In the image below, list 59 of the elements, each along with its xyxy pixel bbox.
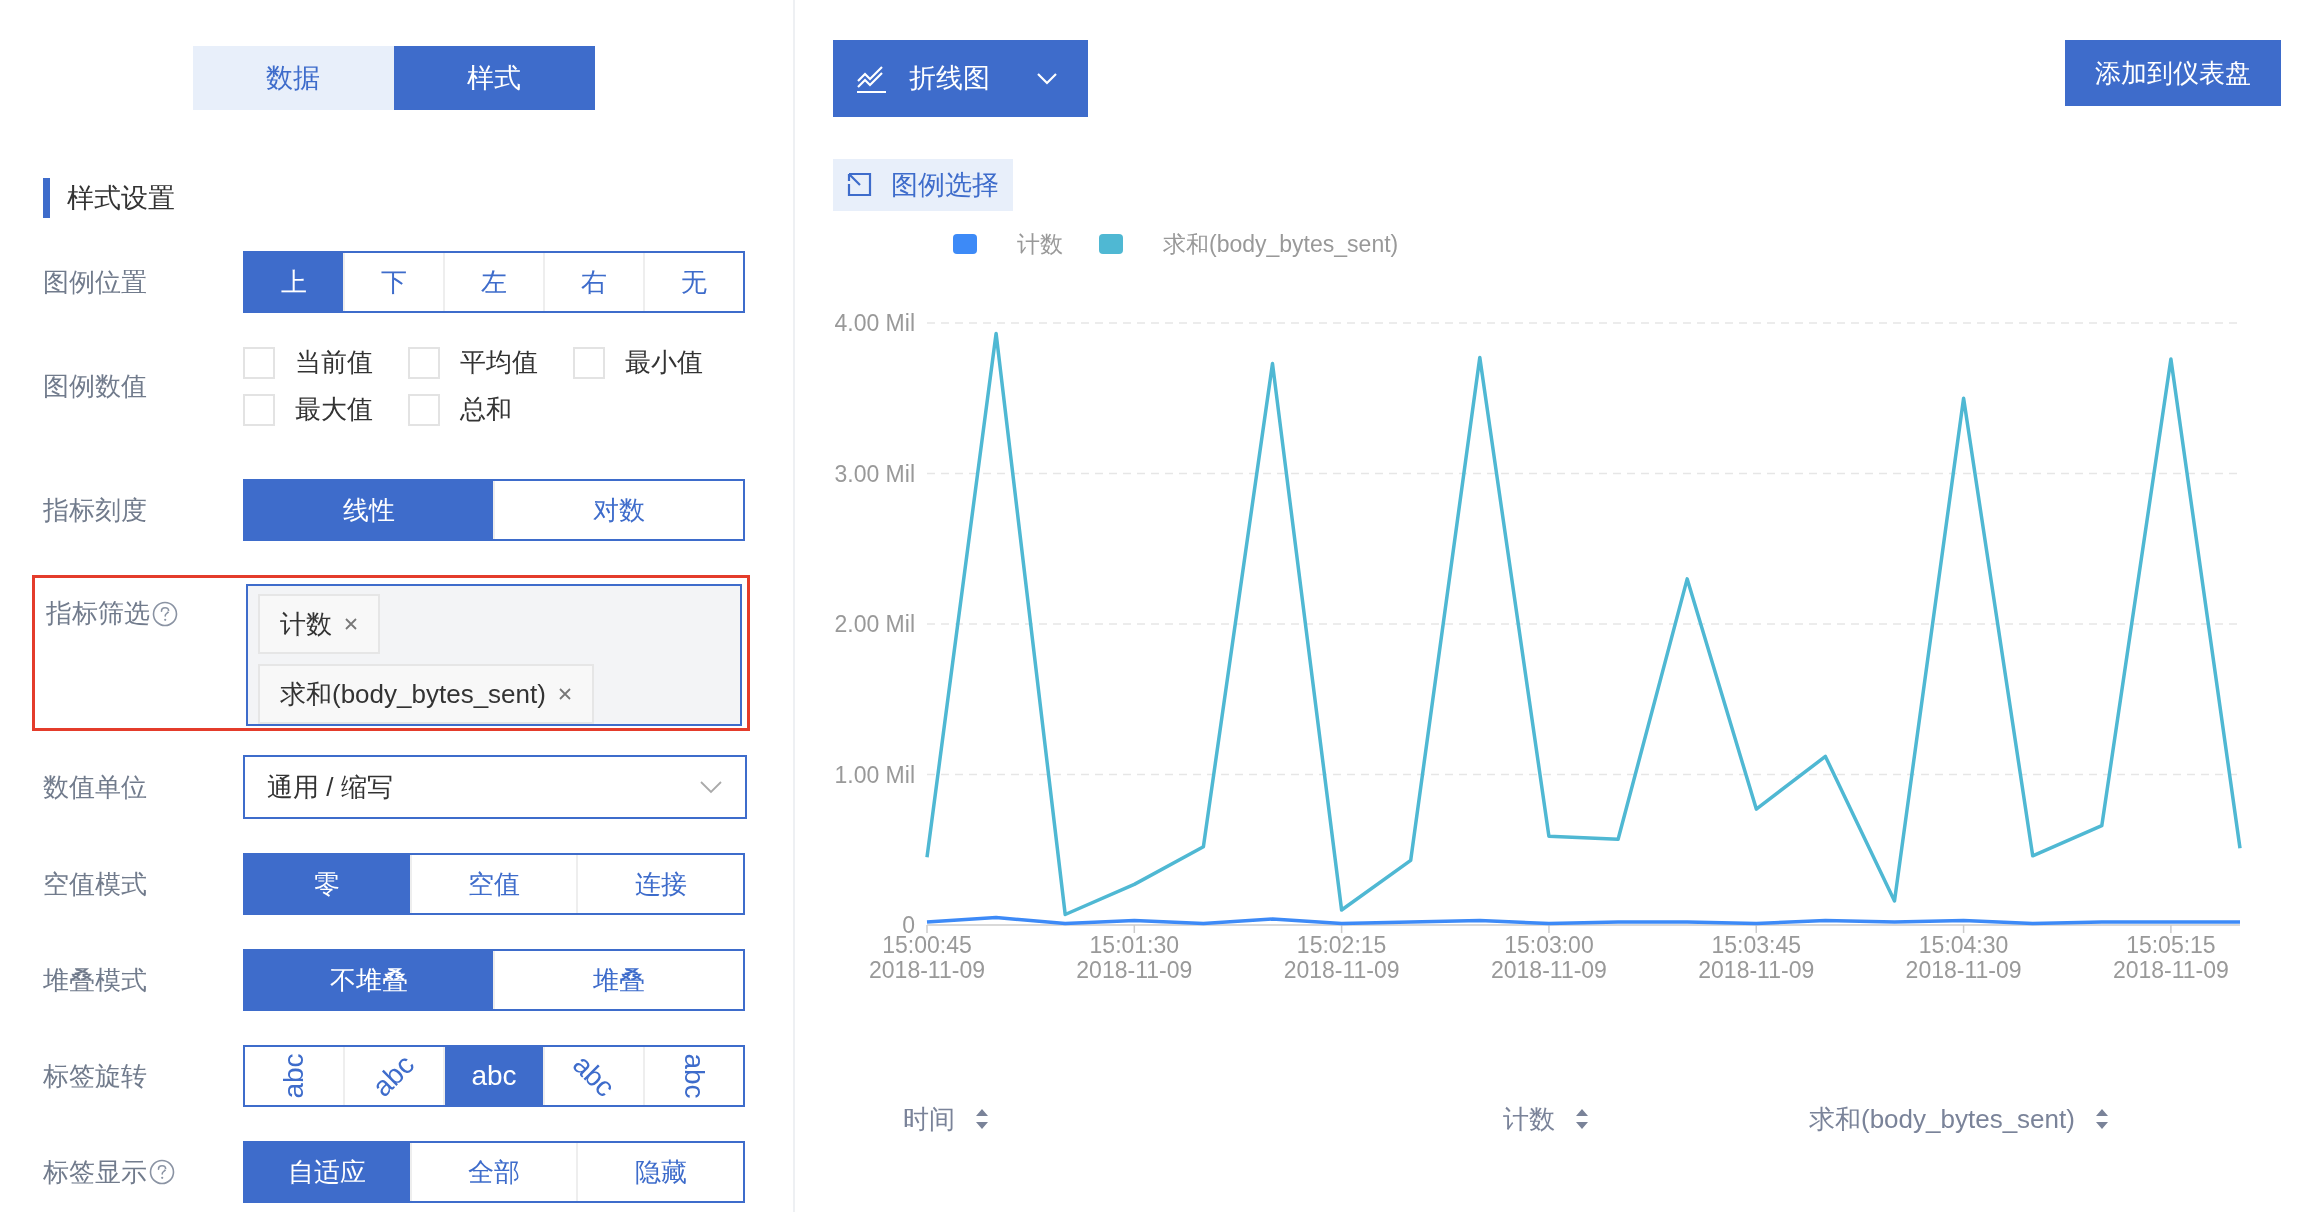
setting-label: 数值单位 [43, 770, 147, 804]
unit-select[interactable]: 通用 / 缩写 [243, 755, 747, 819]
checkbox-label: 平均值 [460, 346, 538, 379]
checkbox[interactable] [408, 346, 440, 379]
column-header: 时间 [903, 1102, 955, 1136]
legend-label: 求和(body_bytes_sent) [1163, 230, 1399, 259]
x-axis-label: 15:02:15 2018-11-09 [1283, 931, 1400, 983]
setting-label: 图例位置 [43, 265, 147, 299]
checkbox-label: 最小值 [625, 346, 703, 379]
sort-icon[interactable] [2094, 1107, 2109, 1131]
column-header: 计数 [1503, 1102, 1555, 1136]
close-icon[interactable] [557, 687, 572, 701]
segment-option[interactable]: 零 [245, 855, 410, 913]
chart-type-dropdown[interactable]: 折线图 [833, 40, 1088, 117]
tag-label: 计数 [280, 608, 332, 641]
x-axis-label: 15:05:15 2018-11-09 [2112, 931, 2229, 983]
setting-label: 指标筛选 [46, 597, 150, 630]
tag-label: 求和(body_bytes_sent) [280, 678, 546, 711]
legend-select-button[interactable]: 图例选择 [833, 159, 1013, 211]
tab[interactable]: 样式 [393, 46, 595, 110]
segment-option[interactable]: 线性 [245, 481, 493, 539]
checkbox-label: 当前值 [295, 346, 373, 379]
legend-label: 计数 [1017, 230, 1063, 259]
segment-option[interactable]: 不堆叠 [245, 951, 493, 1009]
section-title: 样式设置 [43, 178, 793, 218]
y-axis-label: 2.00 Mil [834, 610, 915, 637]
tab[interactable]: 数据 [192, 46, 394, 110]
setting-label: 图例数值 [43, 369, 147, 403]
setting-label: 标签旋转 [43, 1059, 147, 1093]
chevron-down-icon [1036, 71, 1058, 86]
sort-icon[interactable] [1575, 1107, 1589, 1131]
close-icon[interactable] [344, 617, 358, 631]
segment-option[interactable]: 上 [245, 253, 343, 311]
line-chart-icon [855, 63, 889, 94]
legend-select-icon [847, 172, 873, 198]
checkbox[interactable] [573, 346, 605, 379]
setting-label: 指标刻度 [43, 493, 147, 527]
add-to-dashboard-button[interactable]: 添加到仪表盘 [2065, 40, 2281, 106]
checkbox[interactable] [408, 393, 440, 426]
x-axis-label: 15:03:45 2018-11-09 [1698, 931, 1815, 983]
x-axis-label: 15:04:30 2018-11-09 [1905, 931, 2022, 983]
y-axis-label: 4.00 Mil [834, 309, 915, 336]
chevron-down-icon [699, 780, 723, 794]
x-axis-label: 15:01:30 2018-11-09 [1076, 931, 1193, 983]
setting-label: 标签显示 [43, 1155, 147, 1189]
column-header: 求和(body_bytes_sent) [1809, 1102, 2075, 1136]
x-axis-label: 15:03:00 2018-11-09 [1490, 931, 1607, 983]
sort-icon[interactable] [975, 1107, 989, 1131]
rotation-option[interactable]: abc [443, 1047, 543, 1105]
checkbox[interactable] [243, 393, 275, 426]
checkbox[interactable] [243, 346, 275, 379]
y-axis-label: 3.00 Mil [834, 460, 915, 486]
tag-input-field[interactable]: 计数 求和(body_bytes_sent) [246, 584, 742, 726]
segment-option[interactable]: 自适应 [245, 1143, 410, 1201]
setting-label: 堆叠模式 [43, 963, 147, 997]
y-axis-label: 1.00 Mil [834, 761, 915, 787]
checkbox-label: 总和 [460, 393, 512, 426]
checkbox-label: 最大值 [295, 393, 373, 426]
setting-label: 空值模式 [43, 867, 147, 901]
